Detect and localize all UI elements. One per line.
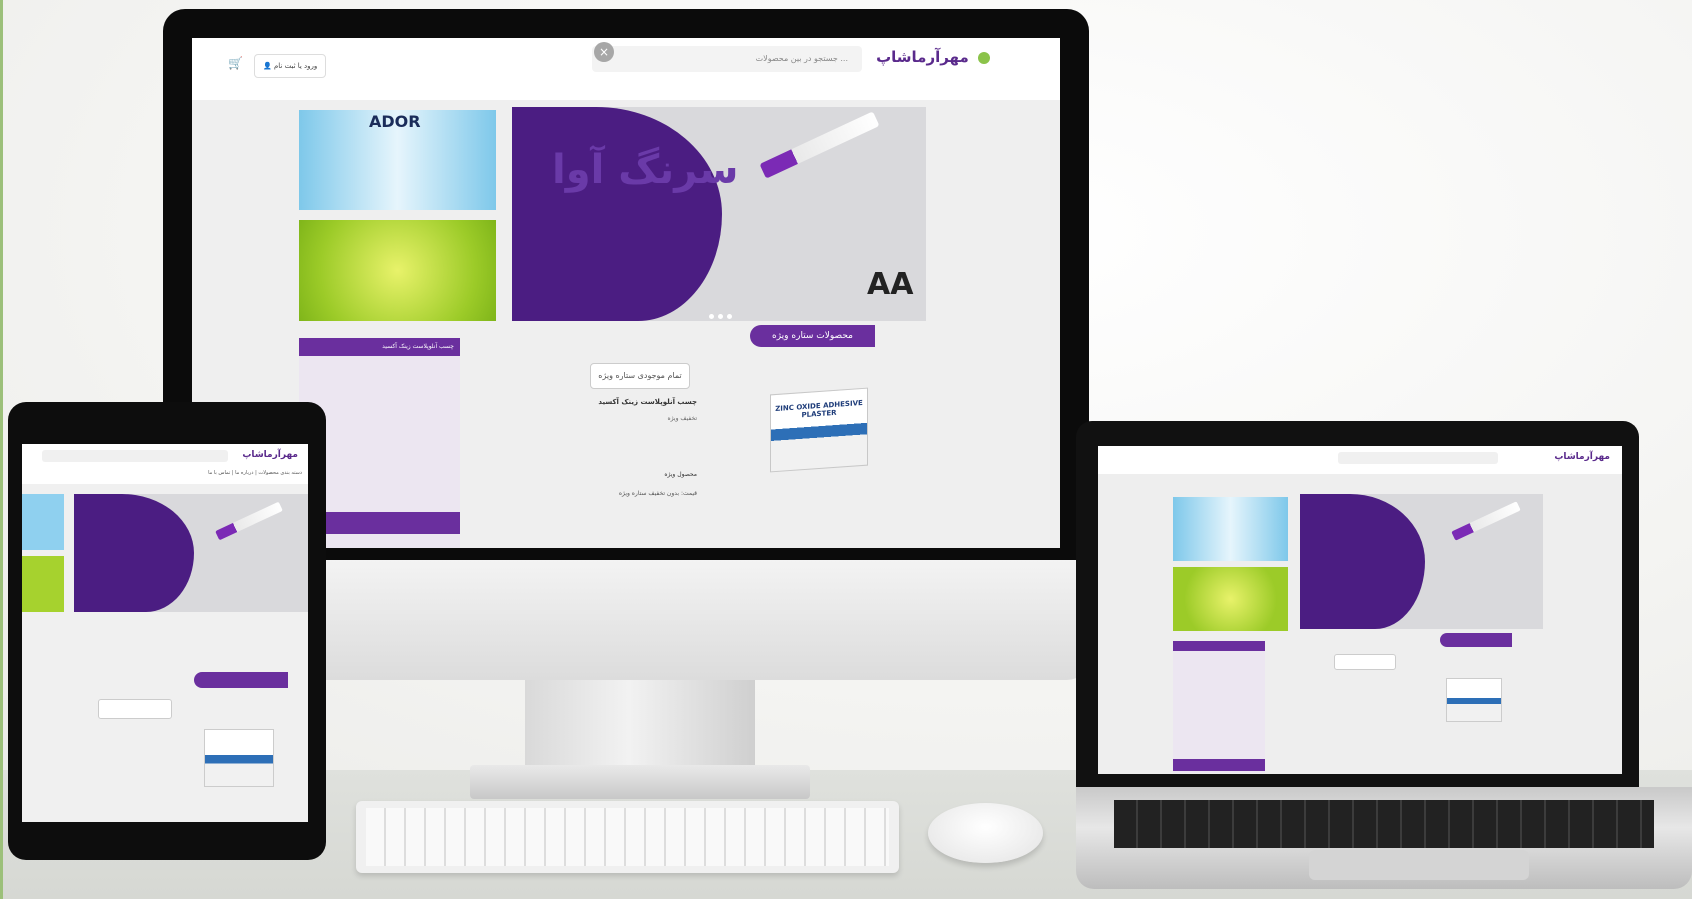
all-special-button[interactable]: تمام موجودی ستاره ویژه bbox=[590, 363, 690, 389]
banner-bottom[interactable] bbox=[299, 220, 496, 321]
tablet-header: مهرآرماشاپ دسته بندی محصولات | درباره ما… bbox=[22, 444, 308, 484]
tablet-slider-shape bbox=[74, 494, 194, 612]
keyboard-keys bbox=[366, 808, 889, 866]
product-box-text: ZINC OXIDE ADHESIVE PLASTER bbox=[775, 398, 863, 420]
laptop-product-image[interactable] bbox=[1446, 678, 1502, 722]
search-placeholder: جستجو در بین محصولات ... bbox=[755, 54, 848, 63]
product-title[interactable]: چسب آنلوپلاست زینک آکسید bbox=[572, 398, 697, 406]
cart-icon[interactable]: 🛒 bbox=[228, 56, 243, 70]
laptop-slider-shape bbox=[1300, 494, 1425, 629]
tablet-logo[interactable]: مهرآرماشاپ bbox=[242, 450, 298, 460]
tablet-syringe-image bbox=[215, 501, 283, 541]
laptop-sidebar-head bbox=[1173, 641, 1265, 651]
slider-dot[interactable] bbox=[718, 314, 723, 319]
laptop-banner-bottom[interactable] bbox=[1173, 567, 1288, 631]
user-icon: 👤 bbox=[263, 62, 272, 70]
tablet-screen: مهرآرماشاپ دسته بندی محصولات | درباره ما… bbox=[22, 444, 308, 822]
slider-dots[interactable] bbox=[707, 304, 734, 321]
banner-top[interactable]: ADOR bbox=[299, 110, 496, 210]
syringe-image bbox=[759, 111, 880, 179]
slider-dot[interactable] bbox=[709, 314, 714, 319]
laptop-search-input[interactable] bbox=[1338, 452, 1498, 464]
site-header: مهرآرماشاپ جستجو در بین محصولات ... × 👤 … bbox=[192, 38, 1060, 100]
product-image[interactable]: ZINC OXIDE ADHESIVE PLASTER bbox=[770, 387, 868, 473]
laptop-sidebar bbox=[1173, 641, 1265, 773]
laptop-syringe-image bbox=[1451, 501, 1521, 541]
price-label: محصول ویژه bbox=[664, 471, 697, 478]
product-subtitle: تخفیف ویژه bbox=[667, 415, 697, 422]
slider-brand-logo: AA bbox=[867, 267, 914, 302]
image-border bbox=[0, 0, 3, 899]
laptop-screen: مهرآرماشاپ bbox=[1098, 446, 1622, 774]
laptop-special-button[interactable] bbox=[1334, 654, 1396, 670]
monitor-stand-base bbox=[470, 765, 810, 799]
laptop-hero-slider[interactable] bbox=[1300, 494, 1543, 629]
sidebar-heading: چسب آنلوپلاست زینک آکسید bbox=[299, 338, 460, 356]
tablet-banner-top[interactable] bbox=[22, 494, 64, 550]
laptop-sidebar-footer[interactable] bbox=[1173, 759, 1265, 771]
price-subtext: قیمت: بدون تخفیف ستاره ویژه bbox=[618, 490, 697, 497]
monitor-stand bbox=[525, 680, 755, 775]
laptop-trackpad bbox=[1309, 850, 1529, 880]
special-products-tab[interactable]: محصولات ستاره ویژه bbox=[750, 325, 875, 347]
tablet-banner-bottom[interactable] bbox=[22, 556, 64, 612]
site-logo[interactable]: مهرآرماشاپ bbox=[876, 48, 990, 66]
tablet-search-input[interactable] bbox=[42, 450, 228, 462]
tablet-product-image[interactable] bbox=[204, 729, 274, 787]
tablet-special-tab[interactable] bbox=[194, 672, 288, 688]
login-button[interactable]: 👤 ورود یا ثبت نام bbox=[254, 54, 327, 78]
slider-dot[interactable] bbox=[727, 314, 732, 319]
tablet-nav[interactable]: دسته بندی محصولات | درباره ما | تماس با … bbox=[22, 470, 308, 482]
mouse bbox=[928, 803, 1043, 863]
logo-text: مهرآرماشاپ bbox=[876, 48, 969, 66]
slider-purple-shape bbox=[512, 107, 722, 321]
tablet-hero-slider[interactable] bbox=[74, 494, 308, 612]
hero-slider[interactable]: سرنگ آوا AA bbox=[512, 107, 926, 321]
search-input[interactable]: جستجو در بین محصولات ... bbox=[592, 46, 862, 72]
slider-text: سرنگ آوا bbox=[552, 147, 739, 193]
laptop-keyboard bbox=[1114, 800, 1654, 848]
laptop-header: مهرآرماشاپ bbox=[1098, 446, 1622, 474]
login-label: ورود یا ثبت نام bbox=[273, 62, 318, 70]
banner-top-title: ADOR bbox=[369, 112, 421, 131]
laptop-special-tab[interactable] bbox=[1440, 633, 1512, 647]
laptop-banner-top[interactable] bbox=[1173, 497, 1288, 561]
close-icon[interactable]: × bbox=[594, 42, 614, 62]
laptop-logo[interactable]: مهرآرماشاپ bbox=[1554, 452, 1610, 462]
logo-icon bbox=[978, 51, 990, 64]
tablet-special-button[interactable] bbox=[98, 699, 172, 719]
